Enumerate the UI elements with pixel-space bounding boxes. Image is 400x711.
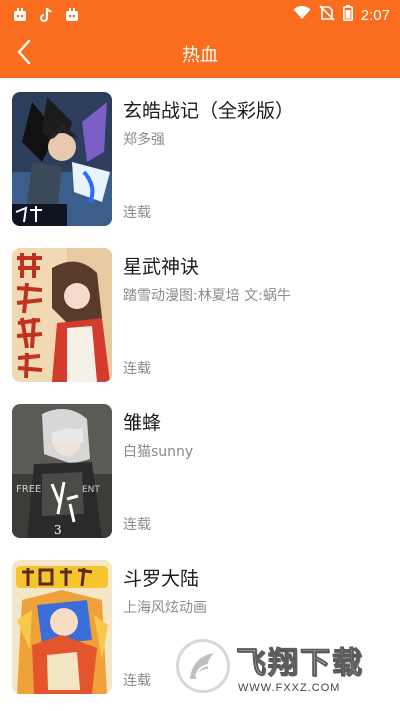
comic-list-item[interactable]: 斗罗大陆 上海风炫动画 连载 bbox=[0, 546, 400, 702]
comic-cover-image bbox=[12, 92, 112, 226]
comic-author: 郑多强 bbox=[123, 132, 165, 148]
status-right-icons: 2:07 bbox=[293, 5, 390, 25]
comic-list-item[interactable]: FREE ENT 3 雏蜂 白猫sunny 连载 bbox=[0, 390, 400, 546]
comic-cover-image: FREE ENT 3 bbox=[12, 404, 112, 538]
app-notification-icon bbox=[64, 7, 80, 23]
no-sim-icon bbox=[319, 5, 335, 25]
back-button[interactable] bbox=[4, 30, 44, 78]
comic-status: 连载 bbox=[123, 361, 151, 377]
comic-list: 玄皓战记（全彩版） 郑多强 连载 星武神诀 踏雪动漫图:林夏培 文:蜗牛 连载 bbox=[0, 78, 400, 711]
app-notification-icon bbox=[12, 7, 28, 23]
svg-text:3: 3 bbox=[54, 523, 62, 537]
comic-title: 玄皓战记（全彩版） bbox=[123, 100, 295, 122]
status-time: 2:07 bbox=[360, 6, 390, 24]
battery-icon bbox=[342, 5, 353, 25]
comic-title: 雏蜂 bbox=[123, 412, 162, 434]
comic-cover-image bbox=[12, 248, 112, 382]
page-title: 热血 bbox=[182, 45, 218, 66]
svg-text:FREE: FREE bbox=[16, 484, 41, 495]
status-bar: 2:07 bbox=[0, 0, 400, 30]
status-left-icons bbox=[12, 7, 80, 23]
comic-author: 踏雪动漫图:林夏培 文:蜗牛 bbox=[123, 288, 291, 304]
app-bar: 热血 bbox=[0, 30, 400, 78]
comic-author: 白猫sunny bbox=[123, 444, 194, 460]
comic-author: 上海风炫动画 bbox=[123, 600, 207, 616]
wifi-icon bbox=[293, 5, 311, 24]
comic-cover-image bbox=[12, 560, 112, 694]
comic-status: 连载 bbox=[123, 517, 151, 533]
comic-title: 星武神诀 bbox=[123, 256, 200, 278]
svg-text:ENT: ENT bbox=[82, 485, 100, 495]
tiktok-icon bbox=[38, 7, 54, 23]
back-arrow-icon bbox=[16, 39, 32, 69]
comic-status: 连载 bbox=[123, 205, 151, 221]
comic-status: 连载 bbox=[123, 673, 151, 689]
comic-title: 斗罗大陆 bbox=[123, 568, 200, 590]
comic-list-item[interactable]: 星武神诀 踏雪动漫图:林夏培 文:蜗牛 连载 bbox=[0, 234, 400, 390]
comic-list-item[interactable]: 玄皓战记（全彩版） 郑多强 连载 bbox=[0, 78, 400, 234]
